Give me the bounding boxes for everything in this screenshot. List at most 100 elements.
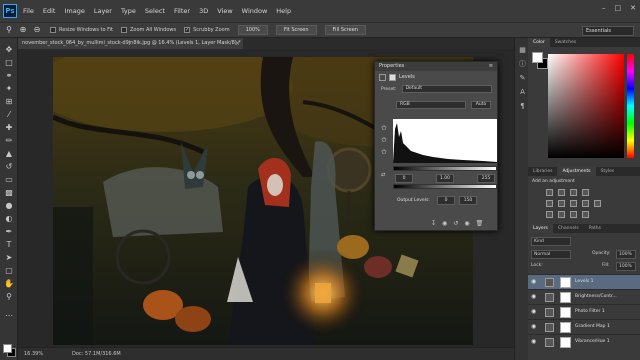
checkbox-box[interactable]: [50, 27, 56, 33]
input-levels-gradient[interactable]: [393, 166, 497, 171]
output-black-field[interactable]: 0: [437, 196, 455, 205]
hue-saturation-icon[interactable]: [558, 200, 565, 207]
tab-paths[interactable]: Paths: [584, 224, 606, 233]
eyedropper-tool-icon[interactable]: ⁄: [3, 109, 15, 120]
panel-menu-icon[interactable]: ≡: [489, 62, 493, 71]
tab-libraries[interactable]: Libraries: [528, 167, 557, 176]
layer-row[interactable]: ◉ Photo Filter 1: [528, 304, 640, 319]
menu-type[interactable]: Type: [121, 0, 136, 22]
type-tool-icon[interactable]: T: [3, 239, 15, 250]
menu-file[interactable]: File: [23, 0, 34, 22]
kind-filter-select[interactable]: Kind: [531, 237, 571, 246]
posterize-icon[interactable]: [558, 211, 565, 218]
zoom-tool-icon[interactable]: ⚲: [4, 25, 14, 35]
menu-3d[interactable]: 3D: [199, 0, 208, 22]
target-adjust-icon[interactable]: ⇄: [381, 172, 385, 178]
move-tool-icon[interactable]: ✥: [3, 44, 15, 55]
zoom-tool-icon[interactable]: ⚲: [3, 291, 15, 302]
mask-thumbnail[interactable]: [560, 292, 571, 303]
auto-button[interactable]: Auto: [471, 101, 491, 109]
gradient-map-icon[interactable]: [582, 211, 589, 218]
hue-slider[interactable]: [627, 54, 634, 158]
menu-view[interactable]: View: [217, 0, 232, 22]
menu-layer[interactable]: Layer: [94, 0, 112, 22]
document-tab[interactable]: november_stock_064_by_mullimi_stock-d9jn…: [18, 38, 243, 49]
blend-mode-select[interactable]: Normal: [531, 250, 571, 259]
foreground-color-swatch[interactable]: [3, 344, 12, 353]
visibility-icon[interactable]: ◉: [464, 220, 469, 227]
healing-tool-icon[interactable]: ✚: [3, 122, 15, 133]
zoom-level[interactable]: 16.39%: [24, 348, 43, 360]
character-panel-icon[interactable]: A: [518, 88, 527, 97]
vibrance-icon[interactable]: [546, 200, 553, 207]
opacity-field[interactable]: 100%: [616, 250, 636, 259]
fill-screen-button[interactable]: Fill Screen: [324, 25, 367, 35]
brush-panel-icon[interactable]: ✎: [518, 74, 527, 83]
checkmark-icon[interactable]: ✓: [184, 27, 191, 33]
view-previous-icon[interactable]: ◉: [442, 220, 447, 227]
reset-icon[interactable]: ↺: [453, 220, 458, 227]
output-levels-gradient[interactable]: [393, 184, 497, 189]
quick-select-tool-icon[interactable]: ✦: [3, 83, 15, 94]
zoom-in-icon[interactable]: ⊕: [18, 25, 28, 35]
output-white-field[interactable]: 150: [459, 196, 477, 205]
eye-icon[interactable]: ◉: [531, 275, 536, 289]
threshold-icon[interactable]: [570, 211, 577, 218]
tab-channels[interactable]: Channels: [553, 224, 584, 233]
eye-icon[interactable]: ◉: [531, 290, 536, 304]
exposure-icon[interactable]: [582, 189, 589, 196]
more-tools-icon[interactable]: ⋯: [3, 310, 15, 321]
tab-swatches[interactable]: Swatches: [550, 38, 582, 47]
minimize-button[interactable]: –: [602, 4, 606, 12]
lasso-tool-icon[interactable]: ⚭: [3, 70, 15, 81]
layer-row[interactable]: ◉ Brightness/Contr...: [528, 289, 640, 304]
zoom-100-button[interactable]: 100%: [237, 25, 268, 35]
gradient-tool-icon[interactable]: ▩: [3, 187, 15, 198]
tab-layers[interactable]: Layers: [528, 224, 553, 233]
doc-size[interactable]: Doc: 57.1M/316.6M: [72, 348, 121, 360]
checkbox-box[interactable]: [121, 27, 127, 33]
white-eyedropper-icon[interactable]: ✩: [381, 148, 387, 156]
fill-field[interactable]: 100%: [616, 262, 636, 271]
mask-thumbnail[interactable]: [560, 322, 571, 333]
input-black-field[interactable]: 0: [395, 174, 413, 183]
crop-tool-icon[interactable]: ⊞: [3, 96, 15, 107]
menu-filter[interactable]: Filter: [174, 0, 190, 22]
invert-icon[interactable]: [546, 211, 553, 218]
history-panel-icon[interactable]: ▦: [518, 46, 527, 55]
fit-screen-button[interactable]: Fit Screen: [275, 25, 317, 35]
close-icon[interactable]: ×: [235, 38, 240, 49]
menu-window[interactable]: Window: [242, 0, 268, 22]
eye-icon[interactable]: ◉: [531, 320, 536, 334]
path-selection-tool-icon[interactable]: ➤: [3, 252, 15, 263]
resize-windows-checkbox[interactable]: Resize Windows to Fit: [50, 27, 113, 33]
hand-tool-icon[interactable]: ✋: [3, 278, 15, 289]
scrubby-zoom-checkbox[interactable]: ✓ Scrubby Zoom: [184, 27, 230, 33]
eye-icon[interactable]: ◉: [531, 335, 536, 349]
pen-tool-icon[interactable]: ✒: [3, 226, 15, 237]
menu-edit[interactable]: Edit: [43, 0, 56, 22]
clip-to-layer-icon[interactable]: ↧: [431, 220, 436, 227]
black-eyedropper-icon[interactable]: ✩: [381, 124, 387, 132]
blur-tool-icon[interactable]: ●: [3, 200, 15, 211]
eye-icon[interactable]: ◉: [531, 305, 536, 319]
mask-thumbnail[interactable]: [560, 307, 571, 318]
menu-select[interactable]: Select: [145, 0, 165, 22]
info-panel-icon[interactable]: ⓘ: [518, 60, 527, 69]
input-white-field[interactable]: 255: [477, 174, 495, 183]
workspace-select[interactable]: Essentials: [582, 26, 634, 36]
menu-help[interactable]: Help: [276, 0, 291, 22]
clone-stamp-tool-icon[interactable]: ▲: [3, 148, 15, 159]
gray-eyedropper-icon[interactable]: ✩: [381, 136, 387, 144]
brightness-icon[interactable]: [546, 189, 553, 196]
mask-thumbnail[interactable]: [560, 337, 571, 348]
close-button[interactable]: ✕: [630, 4, 636, 12]
menu-image[interactable]: Image: [64, 0, 84, 22]
black-white-icon[interactable]: [582, 200, 589, 207]
layer-row[interactable]: ◉ Gradient Map 1: [528, 319, 640, 334]
zoom-all-checkbox[interactable]: Zoom All Windows: [121, 27, 176, 33]
tab-color[interactable]: Color: [528, 38, 550, 47]
channel-select[interactable]: RGB: [396, 101, 466, 109]
color-field[interactable]: [548, 54, 624, 158]
photo-filter-icon[interactable]: [594, 200, 601, 207]
